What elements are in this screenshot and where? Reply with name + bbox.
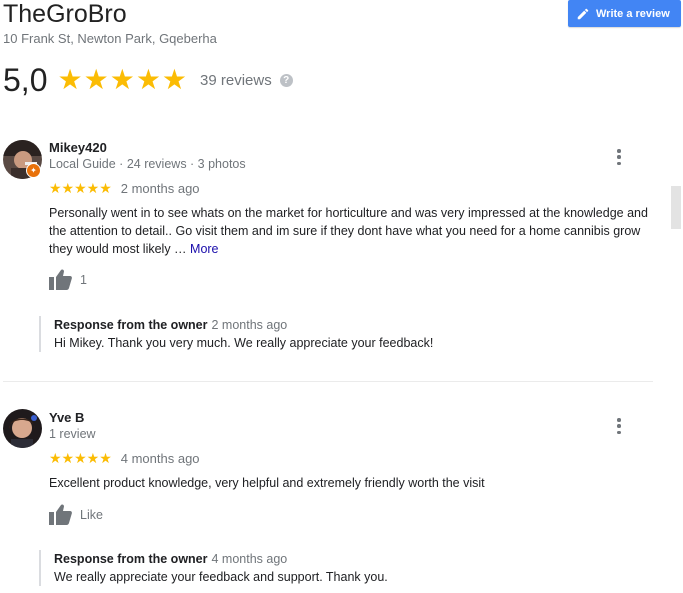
review-author[interactable]: Mikey420	[49, 140, 107, 155]
business-name: TheGroBro	[3, 0, 127, 28]
more-options-icon[interactable]	[614, 149, 624, 165]
like-label: Like	[80, 507, 103, 522]
owner-response-text: Hi Mikey. Thank you very much. We really…	[54, 336, 434, 350]
owner-response-text: We really appreciate your feedback and s…	[54, 570, 388, 584]
review-date: 4 months ago	[120, 451, 200, 466]
business-address: 10 Frank St, Newton Park, Gqeberha	[3, 31, 217, 46]
review-author[interactable]: Yve B	[49, 410, 84, 425]
more-options-icon[interactable]	[614, 418, 624, 434]
local-guide-badge-icon: ✦	[26, 163, 41, 178]
review-text-content: Personally went in to see whats on the m…	[49, 206, 648, 256]
rating-summary: 5,0 ★ ★ ★ ★ ★ 39 reviews ?	[3, 62, 293, 98]
review-author-meta: 1 review	[49, 427, 96, 441]
review-date: 2 months ago	[120, 181, 200, 196]
thumbs-up-icon	[49, 504, 72, 525]
write-review-label: Write a review	[596, 7, 670, 20]
like-count: 1	[80, 272, 87, 287]
like-button[interactable]: Like	[49, 504, 103, 525]
average-rating: 5,0	[3, 61, 48, 98]
star-icon: ★	[161, 64, 188, 95]
star-icon: ★	[135, 64, 161, 95]
owner-response-title: Response from the owner	[54, 552, 208, 566]
review-divider	[3, 381, 653, 382]
like-button[interactable]: 1	[49, 269, 87, 290]
owner-response-header: Response from the owner 4 months ago	[54, 550, 639, 568]
help-icon[interactable]: ?	[279, 73, 293, 87]
owner-response-date: 2 months ago	[211, 318, 288, 332]
review-stars: ★★★★★	[49, 450, 112, 466]
review-text: Personally went in to see whats on the m…	[49, 204, 659, 258]
review-author-meta: Local Guide · 24 reviews · 3 photos	[49, 157, 246, 171]
scrollbar-thumb[interactable]	[671, 186, 681, 229]
rating-stars: ★ ★ ★ ★ ★	[57, 66, 188, 94]
owner-response-title: Response from the owner	[54, 318, 208, 332]
owner-response: Response from the owner 4 months ago We r…	[39, 550, 639, 586]
owner-response-date: 4 months ago	[211, 552, 288, 566]
review-stars: ★★★★★	[49, 180, 112, 196]
owner-response-header: Response from the owner 2 months ago	[54, 316, 639, 334]
review-count[interactable]: 39 reviews	[200, 72, 272, 89]
star-icon: ★	[109, 64, 135, 95]
more-link[interactable]: More	[190, 242, 218, 256]
review-rating: ★★★★★ 4 months ago	[49, 450, 200, 467]
star-icon: ★	[57, 64, 83, 95]
thumbs-up-icon	[49, 269, 72, 290]
write-review-button[interactable]: Write a review	[568, 0, 681, 27]
pencil-icon	[577, 8, 589, 19]
star-icon: ★	[83, 64, 109, 95]
review-rating: ★★★★★ 2 months ago	[49, 180, 200, 197]
owner-response: Response from the owner 2 months ago Hi M…	[39, 316, 639, 352]
review-text: Excellent product knowledge, very helpfu…	[49, 476, 485, 490]
avatar[interactable]	[3, 409, 42, 448]
